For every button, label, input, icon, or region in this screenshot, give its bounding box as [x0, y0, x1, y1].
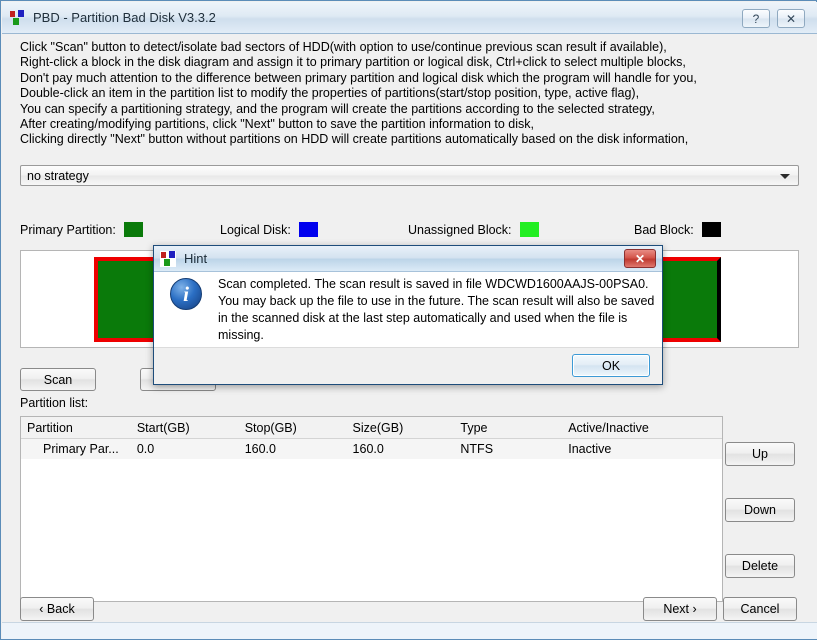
main-window: PBD - Partition Bad Disk V3.3.2 ? ✕ Clic… [0, 0, 817, 640]
instruction-line: You can specify a partitioning strategy,… [20, 101, 655, 116]
app-icon [10, 9, 26, 26]
legend-label: Primary Partition: [20, 222, 116, 237]
instruction-line: Don't pay much attention to the differen… [20, 70, 697, 85]
info-icon: i [170, 278, 202, 310]
cell-partition: Primary Par... [43, 442, 119, 456]
cancel-button[interactable]: Cancel [723, 597, 797, 621]
table-row[interactable]: Primary Par... 0.0 160.0 160.0 NTFS Inac… [21, 439, 722, 459]
hint-dialog-footer: OK [154, 347, 662, 384]
column-header-partition[interactable]: Partition [21, 421, 131, 435]
table-header-row: Partition Start(GB) Stop(GB) Size(GB) Ty… [21, 417, 722, 439]
instruction-line: Right-click a block in the disk diagram … [20, 55, 686, 70]
hint-message-line: in the scanned disk at the last step aut… [218, 311, 628, 325]
legend-label: Bad Block: [634, 222, 694, 237]
legend-label: Unassigned Block: [408, 222, 512, 237]
hint-dialog-body: i Scan completed. The scan result is sav… [154, 272, 662, 350]
chevron-down-icon [780, 174, 790, 179]
hint-message-line: missing. [218, 328, 264, 342]
move-up-button[interactable]: Up [725, 442, 795, 466]
hint-ok-button[interactable]: OK [572, 354, 650, 377]
app-icon [160, 250, 176, 267]
cell-start: 0.0 [136, 442, 155, 456]
hint-dialog-title-bar: Hint ✕ [154, 246, 662, 272]
legend-swatch-unassigned-block [519, 222, 539, 237]
footer-bar [2, 623, 817, 639]
legend-swatch-bad-block [701, 222, 721, 237]
close-button[interactable]: ✕ [777, 9, 805, 28]
next-button[interactable]: Next › [643, 597, 717, 621]
move-down-button[interactable]: Down [725, 498, 795, 522]
window-title: PBD - Partition Bad Disk V3.3.2 [33, 10, 216, 25]
cell-active: Inactive [568, 442, 612, 456]
title-bar: PBD - Partition Bad Disk V3.3.2 ? ✕ [2, 2, 817, 34]
legend: Primary Partition: Logical Disk: Unassig… [20, 222, 800, 238]
legend-label: Logical Disk: [220, 222, 291, 237]
cell-stop: 160.0 [244, 442, 276, 456]
back-button[interactable]: ‹ Back [20, 597, 94, 621]
hint-dialog: Hint ✕ i Scan completed. The scan result… [153, 245, 663, 385]
cell-type: NTFS [460, 442, 494, 456]
legend-swatch-primary-partition [123, 222, 143, 237]
hint-message-line: You may back up the file to use in the f… [218, 294, 655, 308]
partition-list-table[interactable]: Partition Start(GB) Stop(GB) Size(GB) Ty… [20, 416, 723, 602]
delete-button[interactable]: Delete [725, 554, 795, 578]
instruction-line: Double-click an item in the partition li… [20, 86, 640, 101]
column-header-type[interactable]: Type [454, 421, 562, 435]
hint-close-button[interactable]: ✕ [624, 249, 656, 268]
help-button[interactable]: ? [742, 9, 770, 28]
instruction-line: Click "Scan" button to detect/isolate ba… [20, 40, 667, 54]
column-header-size[interactable]: Size(GB) [347, 421, 455, 435]
column-header-start[interactable]: Start(GB) [131, 421, 239, 435]
column-header-stop[interactable]: Stop(GB) [239, 421, 347, 435]
legend-item-primary-partition: Primary Partition: [20, 222, 143, 237]
strategy-selected-value: no strategy [27, 168, 89, 183]
hint-dialog-title: Hint [184, 251, 208, 266]
column-header-active[interactable]: Active/Inactive [562, 421, 722, 435]
legend-item-bad-block: Bad Block: [634, 222, 721, 237]
instruction-line: Clicking directly "Next" button without … [20, 132, 689, 147]
instruction-line: After creating/modifying partitions, cli… [20, 116, 534, 131]
legend-item-logical-disk: Logical Disk: [220, 222, 318, 237]
scan-button[interactable]: Scan [20, 368, 96, 391]
hint-message-line: Scan completed. The scan result is saved… [218, 277, 649, 291]
instructions-text: Click "Scan" button to detect/isolate ba… [20, 40, 800, 148]
hint-message-text: Scan completed. The scan result is saved… [218, 276, 655, 344]
strategy-dropdown[interactable]: no strategy [20, 165, 799, 186]
partition-list-label: Partition list: [20, 396, 89, 410]
cell-size: 160.0 [352, 442, 384, 456]
legend-item-unassigned-block: Unassigned Block: [408, 222, 539, 237]
legend-swatch-logical-disk [298, 222, 318, 237]
